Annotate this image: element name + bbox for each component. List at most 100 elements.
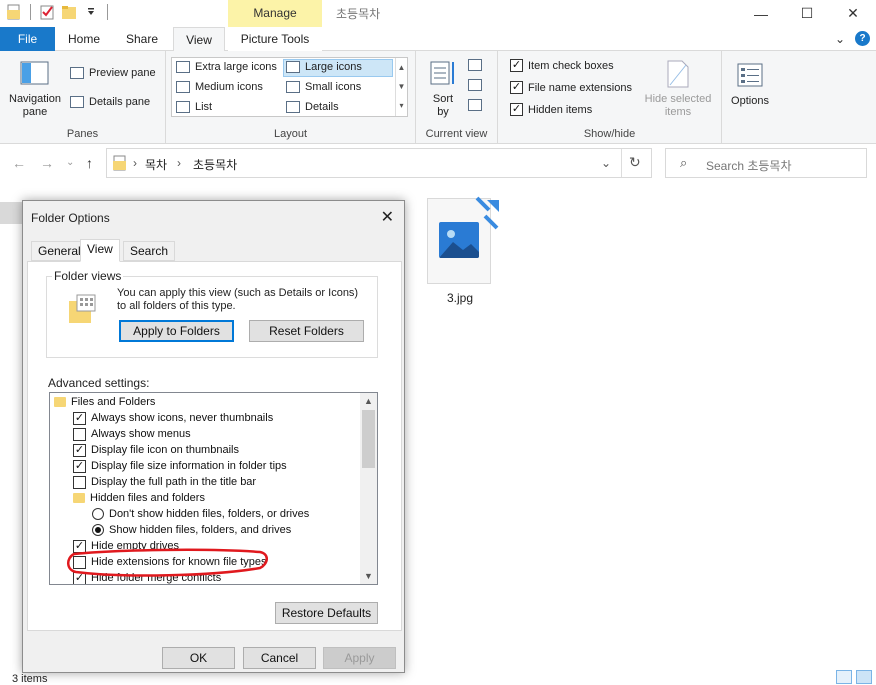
restore-defaults-button[interactable]: Restore Defaults <box>275 602 378 624</box>
explorer-icon[interactable] <box>6 4 22 20</box>
group-by-button[interactable] <box>468 59 482 71</box>
small-icons-icon <box>286 81 300 93</box>
setting-label: Hide empty drives <box>91 540 180 552</box>
customize-toolbar-icon[interactable] <box>83 4 99 20</box>
tab-picture-tools[interactable]: Picture Tools <box>228 27 322 51</box>
breadcrumb-item[interactable]: 초등목차 <box>193 156 237 173</box>
preview-pane-button[interactable]: Preview pane <box>70 67 156 79</box>
advanced-settings-scrollbar[interactable]: ▲ ▼ <box>360 393 377 584</box>
layout-gallery-scroller[interactable]: ▲ ▼ ▾ <box>395 58 407 116</box>
file-item[interactable] <box>427 196 499 284</box>
settings-row-checkbox[interactable]: Hide folder merge conflicts <box>73 570 221 584</box>
tab-home[interactable]: Home <box>58 27 110 51</box>
layout-details[interactable]: Details <box>286 101 339 113</box>
breadcrumb-item[interactable]: 목차 <box>145 156 167 173</box>
refresh-icon[interactable]: ↻ <box>629 154 641 171</box>
close-button[interactable]: ✕ <box>830 0 876 27</box>
options-button[interactable]: Options <box>728 61 772 108</box>
setting-checkbox[interactable] <box>73 475 86 489</box>
sort-by-label: Sort by <box>432 93 454 118</box>
layout-list[interactable]: List <box>176 101 212 113</box>
sort-by-icon <box>430 61 454 85</box>
back-arrow-icon[interactable]: ← <box>12 155 26 171</box>
setting-label: Hidden files and folders <box>90 492 205 504</box>
properties-icon[interactable] <box>39 4 55 20</box>
file-name-extensions-checkbox[interactable] <box>510 81 523 94</box>
layout-group-label: Layout <box>273 128 308 140</box>
settings-row-folder: Files and Folders <box>54 394 155 410</box>
new-folder-icon[interactable] <box>61 4 77 20</box>
details-view-icon[interactable] <box>836 670 852 684</box>
settings-row-checkbox[interactable]: Display file size information in folder … <box>73 458 287 474</box>
settings-row-checkbox[interactable]: Display file icon on thumbnails <box>73 442 239 458</box>
file-name-extensions-toggle[interactable]: File name extensions <box>510 81 632 94</box>
navigation-pane-button[interactable]: Navigation pane <box>6 59 64 119</box>
hidden-items-toggle[interactable]: Hidden items <box>510 103 592 116</box>
address-dropdown-icon[interactable]: ⌄ <box>601 156 611 170</box>
add-columns-button[interactable] <box>468 79 482 91</box>
scroll-thumb[interactable] <box>362 410 375 468</box>
layout-large-icons[interactable]: Large icons <box>286 61 362 73</box>
manage-contextual-tab[interactable]: Manage <box>228 0 322 27</box>
ok-button[interactable]: OK <box>162 647 235 669</box>
setting-radio[interactable] <box>92 524 104 536</box>
settings-row-checkbox[interactable]: Display the full path in the title bar <box>73 474 256 490</box>
settings-row-radio[interactable]: Don't show hidden files, folders, or dri… <box>92 506 309 522</box>
details-pane-button[interactable]: Details pane <box>70 96 150 108</box>
minimize-button[interactable]: — <box>738 0 784 27</box>
size-columns-icon <box>468 99 482 111</box>
scroll-up-arrow-icon[interactable]: ▲ <box>360 393 377 409</box>
setting-label: Always show menus <box>91 428 191 440</box>
cancel-button[interactable]: Cancel <box>243 647 316 669</box>
setting-checkbox[interactable] <box>73 539 86 553</box>
file-name[interactable]: 3.jpg <box>427 291 493 305</box>
size-columns-button[interactable] <box>468 99 482 111</box>
setting-checkbox[interactable] <box>73 571 86 584</box>
settings-row-checkbox[interactable]: Hide empty drives <box>73 538 179 554</box>
reset-folders-button[interactable]: Reset Folders <box>249 320 364 342</box>
recent-locations-icon[interactable]: ⌄ <box>66 157 74 168</box>
tab-search[interactable]: Search <box>123 241 176 261</box>
up-arrow-icon[interactable]: ↑ <box>86 155 93 171</box>
address-bar[interactable]: › 목차 › 초등목차 ⌄ ↻ <box>106 148 652 178</box>
item-check-boxes-checkbox[interactable] <box>510 59 523 72</box>
layout-medium-icons[interactable]: Medium icons <box>176 81 263 93</box>
collapse-ribbon-icon[interactable]: ⌄ <box>835 32 845 46</box>
hide-selected-items-button[interactable]: Hide selected items <box>640 59 716 119</box>
forward-arrow-icon[interactable]: → <box>40 155 54 171</box>
setting-checkbox[interactable] <box>73 427 86 441</box>
apply-button[interactable]: Apply <box>323 647 396 669</box>
help-icon[interactable]: ? <box>855 31 870 46</box>
scroll-down-arrow-icon[interactable]: ▼ <box>360 568 377 584</box>
tab-file[interactable]: File <box>0 27 55 51</box>
tab-view[interactable]: View <box>80 239 120 262</box>
nav-pane-selection[interactable] <box>0 202 22 224</box>
tab-view[interactable]: View <box>173 27 225 52</box>
folder-views-description: You can apply this view (such as Details… <box>117 287 359 312</box>
apply-to-folders-button[interactable]: Apply to Folders <box>119 320 234 342</box>
hidden-items-checkbox[interactable] <box>510 103 523 116</box>
settings-row-radio[interactable]: Show hidden files, folders, and drives <box>92 522 291 538</box>
search-input[interactable]: Search 초등목차 <box>706 157 792 174</box>
item-check-boxes-toggle[interactable]: Item check boxes <box>510 59 614 72</box>
large-icons-view-icon[interactable] <box>856 670 872 684</box>
setting-checkbox[interactable] <box>73 459 86 473</box>
layout-small-icons[interactable]: Small icons <box>286 81 361 93</box>
setting-radio[interactable] <box>92 508 104 520</box>
maximize-button[interactable]: ☐ <box>784 0 830 27</box>
layout-extra-large-icons[interactable]: Extra large icons <box>176 61 277 73</box>
sort-by-button[interactable]: Sort by <box>426 59 460 119</box>
advanced-settings-list[interactable]: Hide folder merge conflicts Hide extensio… <box>49 392 378 585</box>
settings-row-checkbox[interactable]: Hide extensions for known file types <box>73 554 266 570</box>
dialog-close-icon[interactable]: ✕ <box>381 207 394 227</box>
search-box[interactable]: ⌕ Search 초등목차 <box>665 148 867 178</box>
setting-checkbox[interactable] <box>73 443 86 457</box>
settings-row-checkbox[interactable]: Always show icons, never thumbnails <box>73 410 273 426</box>
setting-checkbox[interactable] <box>73 555 86 569</box>
tab-share[interactable]: Share <box>114 27 170 51</box>
settings-row-checkbox[interactable]: Always show menus <box>73 426 191 442</box>
setting-checkbox[interactable] <box>73 411 86 425</box>
show-hide-group-label: Show/hide <box>583 128 636 140</box>
details-pane-label: Details pane <box>89 96 151 108</box>
current-view-group-label: Current view <box>425 128 488 140</box>
